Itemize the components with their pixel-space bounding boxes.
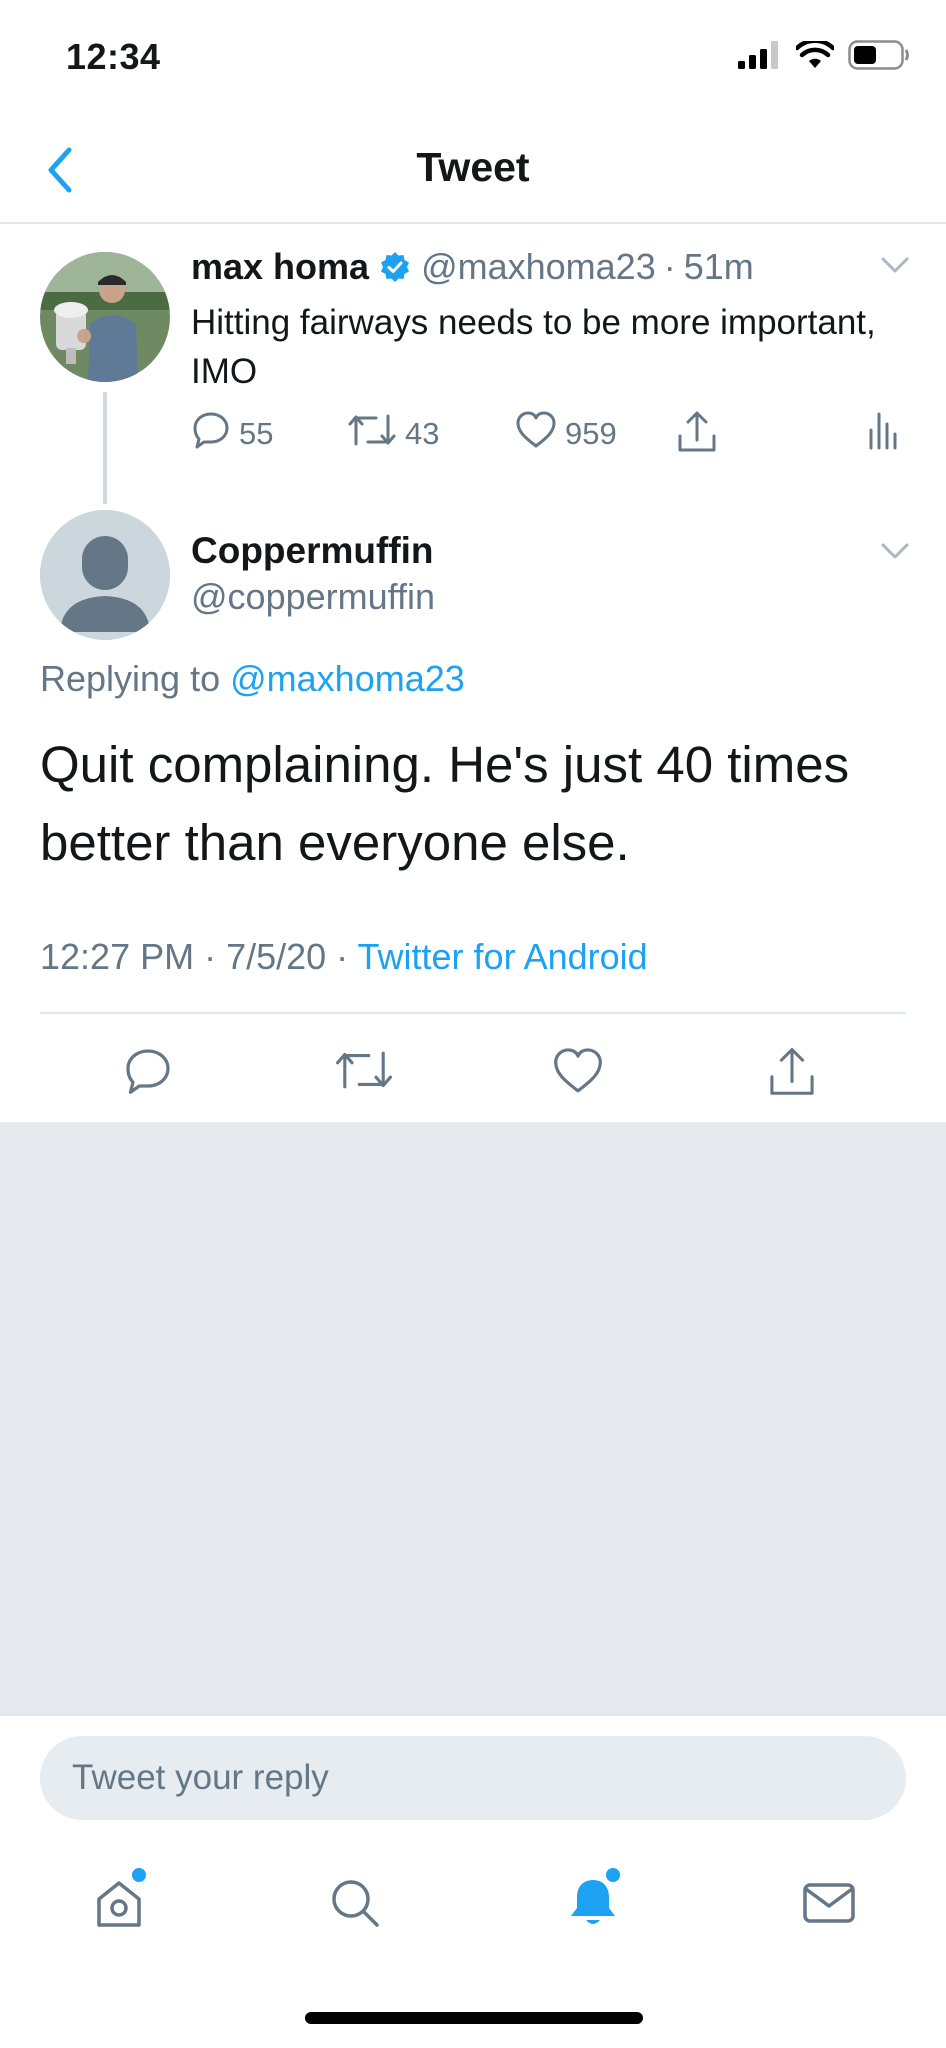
notifications-dot [606, 1868, 620, 1882]
like-button[interactable]: 959 [515, 410, 617, 458]
tab-notifications[interactable] [558, 1868, 628, 1940]
comment-icon [122, 1049, 174, 1100]
share-button[interactable] [766, 1046, 818, 1103]
replying-prefix: Replying to [40, 658, 221, 699]
status-bar: 12:34 [0, 0, 946, 120]
parent-actions: 55 43 959 [191, 410, 911, 470]
status-icons [738, 38, 910, 75]
separator-dot: · [663, 246, 676, 287]
tweet-menu-button[interactable] [880, 256, 910, 279]
tweet-meta: 12:27 PM · 7/5/20 · Twitter for Android [40, 936, 648, 978]
battery-icon [848, 40, 910, 75]
parent-tweet[interactable]: max homa @maxhoma23 · 51m Hitting fairwa… [0, 226, 946, 506]
reply-button[interactable]: 55 [191, 410, 273, 458]
empty-replies-area [0, 1122, 946, 1714]
reply-input[interactable] [40, 1736, 906, 1820]
tweet-time: 51m [683, 246, 754, 287]
search-icon [327, 1875, 383, 1936]
home-indicator [305, 2012, 643, 2024]
main-actions [0, 1014, 946, 1128]
avatar[interactable] [40, 510, 170, 640]
retweet-icon [334, 1051, 394, 1098]
like-count: 959 [565, 416, 617, 451]
home-icon [91, 1875, 147, 1936]
heart-icon [515, 410, 557, 458]
author-handle: @maxhoma23 [421, 246, 656, 287]
signal-icon [738, 41, 782, 74]
bell-icon [565, 1874, 621, 1937]
tweet-text: Hitting fairways needs to be more import… [191, 303, 876, 391]
author-handle: @coppermuffin [191, 576, 436, 617]
analytics-icon [867, 410, 897, 458]
tab-home[interactable] [84, 1868, 154, 1940]
author-name[interactable]: Coppermuffin [191, 530, 434, 572]
heart-icon [552, 1048, 604, 1100]
retweet-icon [347, 410, 397, 458]
avatar[interactable] [40, 252, 170, 382]
share-icon [675, 410, 719, 462]
verified-badge-icon [379, 251, 411, 283]
replying-to: Replying to @maxhoma23 [40, 658, 465, 700]
tweet-timestamp: 12:27 PM · 7/5/20 · [40, 936, 349, 977]
wifi-icon [794, 38, 836, 74]
share-button[interactable] [675, 410, 719, 462]
chevron-down-icon [880, 257, 910, 278]
status-time: 12:34 [66, 36, 161, 77]
tab-search[interactable] [320, 1870, 390, 1940]
retweet-button[interactable]: 43 [347, 410, 439, 458]
tab-messages[interactable] [794, 1870, 864, 1940]
parent-header: max homa @maxhoma23 · 51m [191, 246, 754, 288]
retweet-count: 43 [405, 416, 440, 451]
analytics-button[interactable] [867, 410, 897, 458]
tweet-text: Quit complaining. He's just 40 times bet… [40, 736, 850, 871]
chevron-down-icon [880, 543, 910, 564]
home-notification-dot [132, 1868, 146, 1882]
reply-bar [0, 1714, 946, 1824]
mail-icon [801, 1879, 857, 1932]
share-icon [766, 1048, 818, 1102]
like-button[interactable] [552, 1046, 604, 1101]
comment-icon [191, 410, 231, 458]
thread-line [103, 392, 107, 504]
tweet-menu-button[interactable] [880, 542, 910, 565]
replying-mention-link[interactable]: @maxhoma23 [230, 658, 465, 699]
tab-bar [0, 1840, 946, 1960]
retweet-button[interactable] [334, 1046, 394, 1099]
author-name[interactable]: max homa [191, 246, 369, 288]
reply-count: 55 [239, 416, 274, 451]
tweet-source-link[interactable]: Twitter for Android [358, 936, 648, 977]
reply-button[interactable] [122, 1046, 174, 1101]
nav-bar: Tweet [0, 120, 946, 224]
page-title: Tweet [416, 144, 530, 190]
